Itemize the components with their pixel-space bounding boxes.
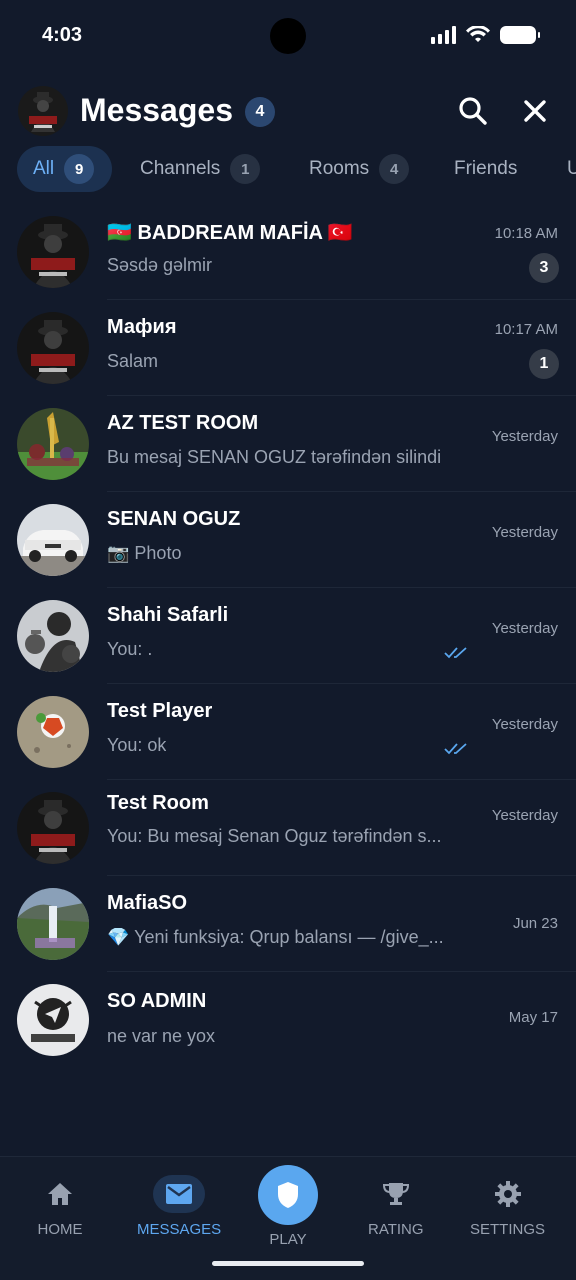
chat-name: 🇦🇿 BADDREAM MAFİA 🇹🇷: [107, 222, 353, 244]
chat-row[interactable]: MafiaSO 💎 Yeni funksiya: Qrup balansı — …: [0, 876, 576, 972]
chat-preview: 💎 Yeni funksiya: Qrup balansı — /give_..…: [107, 927, 444, 947]
chat-row[interactable]: Test Player You: ok Yesterday: [0, 684, 576, 780]
chat-preview: ne var ne yox: [107, 1026, 216, 1046]
profile-avatar[interactable]: [18, 86, 68, 136]
nav-home[interactable]: HOME: [34, 1175, 86, 1238]
avatar: [17, 408, 89, 480]
nav-label: SETTINGS: [470, 1221, 546, 1238]
avatar: [17, 888, 89, 960]
unread-count-badge: 4: [245, 97, 275, 127]
battery-icon: [500, 26, 540, 44]
avatar: [17, 504, 89, 576]
trophy-icon: [382, 1183, 409, 1205]
search-icon: [459, 97, 487, 125]
nav-rating[interactable]: RATING: [368, 1175, 424, 1238]
status-icons: [431, 26, 540, 44]
chat-preview: You: Bu mesaj Senan Oguz tərəfindən s...: [107, 826, 442, 846]
chat-row[interactable]: Shahi Safarli You: . Yesterday: [0, 588, 576, 684]
chat-time: 10:18 AM: [494, 225, 558, 242]
nav-settings[interactable]: SETTINGS: [470, 1175, 545, 1238]
chat-row[interactable]: 🇦🇿 BADDREAM MAFİA 🇹🇷 Səsdə gəlmir 10:18 …: [0, 204, 576, 300]
chat-time: Yesterday: [491, 428, 558, 445]
header: Messages 4: [0, 84, 576, 140]
filter-tabs: All 9 Channels 1 Rooms 4 Friends U: [0, 146, 576, 194]
tab-label: Channels: [140, 158, 221, 179]
tab-count: 1: [230, 154, 261, 184]
nav-messages[interactable]: MESSAGES: [137, 1175, 221, 1238]
unread-badge: 1: [529, 349, 559, 379]
tab-channels[interactable]: Channels 1: [124, 146, 276, 192]
envelope-icon: [166, 1184, 193, 1204]
tab-label: All: [33, 158, 55, 179]
chat-time: 10:17 AM: [494, 321, 558, 338]
chat-time: Yesterday: [491, 524, 558, 541]
chat-row[interactable]: Test Room You: Bu mesaj Senan Oguz tərəf…: [0, 780, 576, 876]
status-bar: 4:03: [0, 0, 576, 72]
chat-name: Test Player: [107, 700, 213, 722]
chat-time: Yesterday: [491, 807, 558, 824]
play-button[interactable]: [258, 1165, 318, 1225]
chat-name: SENAN OGUZ: [107, 508, 241, 530]
chat-preview: Salam: [107, 351, 159, 371]
gear-icon: [494, 1181, 521, 1207]
close-icon: [524, 100, 546, 122]
shield-icon: [278, 1182, 298, 1208]
camera-cutout: [270, 18, 306, 54]
page-title: Messages: [80, 92, 233, 128]
signal-icon: [431, 26, 456, 44]
chat-name: MafiaSO: [107, 892, 188, 914]
chat-time: May 17: [508, 1009, 558, 1026]
avatar: [17, 984, 89, 1056]
chat-name: AZ TEST ROOM: [107, 412, 259, 434]
chat-row[interactable]: SO ADMIN ne var ne yox May 17: [0, 972, 576, 1068]
chat-preview: You: ok: [107, 735, 167, 755]
chat-name: Test Room: [107, 792, 209, 814]
close-button[interactable]: [518, 94, 552, 128]
chat-time: Yesterday: [491, 716, 558, 733]
home-indicator: [212, 1261, 364, 1266]
avatar: [17, 600, 89, 672]
chat-time: Jun 23: [512, 915, 558, 932]
status-time: 4:03: [42, 24, 83, 46]
chat-list: 🇦🇿 BADDREAM MAFİA 🇹🇷 Səsdə gəlmir 10:18 …: [0, 204, 576, 1068]
tab-friends[interactable]: Friends: [438, 146, 533, 192]
chat-row[interactable]: Мафия Salam 10:17 AM 1: [0, 300, 576, 396]
chat-time: Yesterday: [491, 620, 558, 637]
avatar: [17, 696, 89, 768]
chat-preview: You: .: [107, 639, 153, 659]
home-icon: [48, 1183, 72, 1205]
avatar: [17, 312, 89, 384]
chat-row[interactable]: AZ TEST ROOM Bu mesaj SENAN OGUZ tərəfin…: [0, 396, 576, 492]
chat-name: Shahi Safarli: [107, 604, 229, 626]
chat-row[interactable]: SENAN OGUZ 📷 Photo Yesterday: [0, 492, 576, 588]
search-button[interactable]: [456, 94, 490, 128]
nav-label: RATING: [368, 1221, 424, 1238]
double-check-icon: [444, 743, 467, 755]
tab-label: U: [567, 158, 576, 179]
wifi-icon: [466, 26, 490, 42]
chat-name: Мафия: [107, 316, 177, 338]
tab-all[interactable]: All 9: [17, 146, 112, 192]
double-check-icon: [444, 647, 467, 659]
unread-badge: 3: [529, 253, 559, 283]
tab-count: 4: [379, 154, 410, 184]
tab-rooms[interactable]: Rooms 4: [293, 146, 425, 192]
avatar: [17, 216, 89, 288]
avatar: [17, 792, 89, 864]
chat-preview: Səsdə gəlmir: [107, 255, 213, 275]
bottom-nav: HOME MESSAGES PLAY RATING SETTINGS: [0, 1156, 576, 1280]
tab-label: Friends: [454, 158, 518, 179]
chat-preview: Bu mesaj SENAN OGUZ tərəfindən silindi: [107, 447, 442, 467]
chat-preview: 📷 Photo: [107, 543, 182, 563]
tab-count: 9: [64, 154, 95, 184]
tab-overflow[interactable]: U: [551, 146, 576, 192]
chat-name: SO ADMIN: [107, 990, 207, 1012]
tab-label: Rooms: [309, 158, 370, 179]
